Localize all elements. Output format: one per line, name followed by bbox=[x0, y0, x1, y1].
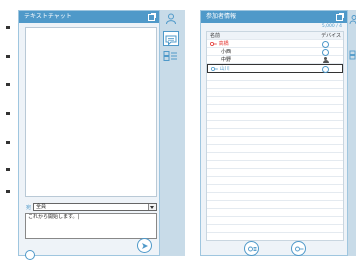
add-member-button[interactable] bbox=[244, 241, 259, 256]
chat-bubble-icon bbox=[165, 35, 177, 46]
participant-count: 5,000 / 4 bbox=[321, 24, 342, 29]
margin-glyph bbox=[6, 168, 10, 171]
send-button[interactable] bbox=[137, 238, 152, 253]
person-icon bbox=[322, 57, 329, 63]
margin-glyph bbox=[6, 112, 10, 115]
text-chat-titlebar: テキストチャット bbox=[19, 11, 159, 23]
recipient-select-value: 全員 bbox=[36, 204, 47, 210]
table-row-empty bbox=[207, 137, 343, 145]
device-status-icon bbox=[322, 49, 329, 56]
table-row-empty bbox=[207, 225, 343, 233]
table-row-empty bbox=[207, 169, 343, 177]
table-row[interactable]: 高橋 bbox=[207, 40, 343, 48]
host-key-icon bbox=[209, 41, 217, 46]
member-list-icon[interactable] bbox=[349, 50, 356, 60]
member-list-icon[interactable] bbox=[163, 50, 178, 62]
table-row[interactable]: 中野 bbox=[207, 56, 343, 64]
recipient-select[interactable]: 全員 bbox=[33, 203, 157, 211]
table-row-empty bbox=[207, 217, 343, 225]
text-chat-title: テキストチャット bbox=[24, 13, 72, 20]
add-member-icon bbox=[247, 246, 256, 251]
table-row-empty bbox=[207, 153, 343, 161]
participant-titlebar: 参加者情報 bbox=[201, 11, 347, 23]
table-row[interactable]: 小西 bbox=[207, 48, 343, 56]
margin-glyph bbox=[6, 141, 10, 144]
message-input-value: これから開始します。| bbox=[28, 214, 80, 220]
table-row-empty bbox=[207, 145, 343, 153]
chevron-down-icon[interactable] bbox=[148, 204, 156, 210]
table-row-empty bbox=[207, 121, 343, 129]
send-icon bbox=[141, 242, 148, 249]
table-row-empty bbox=[207, 209, 343, 217]
person-icon[interactable] bbox=[165, 13, 177, 25]
table-row-empty bbox=[207, 89, 343, 97]
participant-panel: 参加者情報 5,000 / 4 名前 デバイス 高橋 小西 中野 山川 bbox=[200, 10, 348, 256]
margin-glyph bbox=[6, 55, 10, 58]
device-status-icon bbox=[322, 66, 329, 73]
participant-title: 参加者情報 bbox=[206, 13, 237, 20]
device-status-icon bbox=[322, 41, 329, 48]
table-row-empty bbox=[207, 73, 343, 81]
remove-member-icon bbox=[294, 246, 303, 251]
table-row-empty bbox=[207, 81, 343, 89]
margin-glyph bbox=[6, 26, 10, 29]
add-member-icon[interactable] bbox=[25, 250, 35, 260]
table-row-empty bbox=[207, 201, 343, 209]
margin-glyph bbox=[6, 190, 10, 193]
participant-name: 中野 bbox=[221, 57, 232, 63]
table-row-empty bbox=[207, 185, 343, 193]
column-header-name: 名前 bbox=[210, 33, 221, 39]
person-icon[interactable] bbox=[349, 15, 356, 24]
table-row-selected[interactable]: 山川 bbox=[207, 64, 343, 73]
popout-icon[interactable] bbox=[148, 13, 156, 21]
table-row-empty bbox=[207, 193, 343, 201]
participant-table: 名前 デバイス 高橋 小西 中野 山川 bbox=[206, 31, 344, 241]
table-row-empty bbox=[207, 113, 343, 121]
recipient-label: 宛 bbox=[26, 205, 32, 211]
table-row-empty bbox=[207, 161, 343, 169]
participant-name: 高橋 bbox=[218, 41, 229, 47]
popout-icon[interactable] bbox=[336, 13, 344, 21]
message-input[interactable]: これから開始します。| bbox=[25, 213, 157, 239]
chat-message-log[interactable] bbox=[25, 27, 157, 197]
table-header: 名前 デバイス bbox=[207, 32, 343, 40]
participant-name: 小西 bbox=[221, 49, 232, 55]
margin-glyph bbox=[6, 83, 10, 86]
table-row-empty bbox=[207, 177, 343, 185]
host-key-icon bbox=[210, 66, 218, 71]
table-row-empty bbox=[207, 97, 343, 105]
participant-name: 山川 bbox=[219, 66, 230, 72]
participant-side-column bbox=[348, 10, 356, 256]
table-row-empty bbox=[207, 129, 343, 137]
column-header-device: デバイス bbox=[321, 33, 341, 39]
table-row-empty bbox=[207, 105, 343, 113]
remove-member-button[interactable] bbox=[291, 241, 306, 256]
chat-toggle-button[interactable] bbox=[163, 31, 179, 46]
